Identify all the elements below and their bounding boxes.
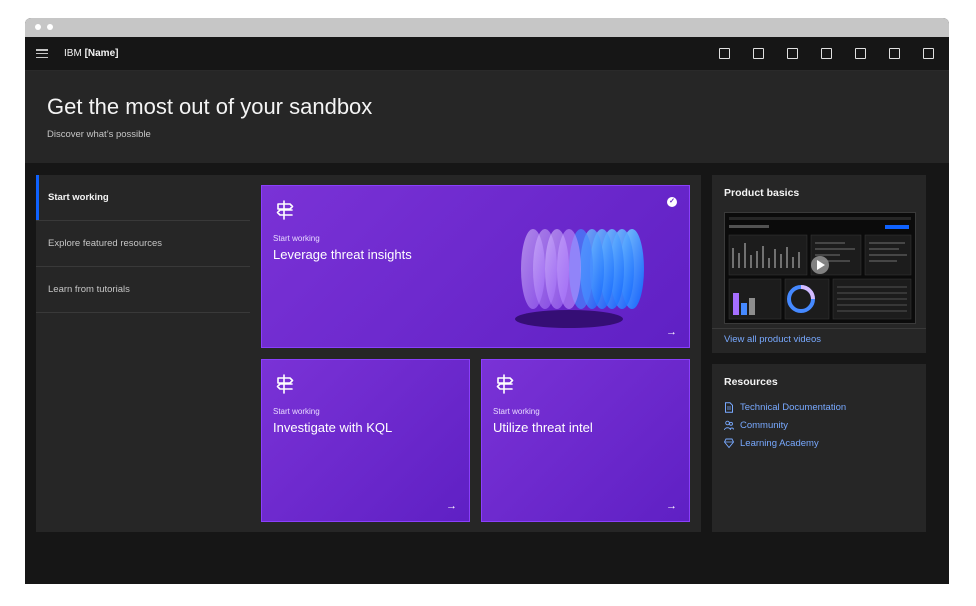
badge-icon (724, 438, 734, 449)
nav-item-start-working[interactable]: Start working (36, 175, 250, 221)
window-chrome (25, 18, 949, 37)
card-title: Investigate with KQL (273, 420, 393, 435)
dashboard-preview-image (725, 213, 915, 323)
top-header: IBM [Name] (25, 37, 949, 71)
nav-item-learn-tutorials[interactable]: Learn from tutorials (36, 267, 250, 313)
card-investigate-kql[interactable]: Start working Investigate with KQL → (261, 359, 470, 522)
people-icon (724, 420, 734, 431)
card-label: Start working (273, 234, 320, 243)
resource-label: Technical Documentation (740, 402, 847, 413)
side-nav: Start working Explore featured resources… (36, 175, 250, 313)
product-basics-title: Product basics (724, 187, 800, 199)
action-icon-7[interactable] (911, 37, 945, 70)
resource-link-technical-documentation[interactable]: Technical Documentation (724, 402, 846, 413)
selected-check-icon: ✓ (667, 197, 677, 207)
view-all-videos-link[interactable]: View all product videos (724, 334, 821, 345)
action-icon-4[interactable] (809, 37, 843, 70)
resource-label: Community (740, 420, 789, 431)
card-utilize-threat-intel[interactable]: Start working Utilize threat intel → (481, 359, 690, 522)
stacked-discs-illustration (515, 229, 644, 328)
brand-product: [Name] (84, 48, 119, 59)
card-arrow-icon: → (666, 326, 677, 338)
window-dot-2 (47, 24, 53, 30)
action-icon-5[interactable] (843, 37, 877, 70)
product-basics-panel: Product basics View all product videos (712, 175, 926, 353)
signpost-icon (496, 374, 514, 394)
signpost-icon (276, 374, 294, 394)
action-icon-6[interactable] (877, 37, 911, 70)
card-title: Leverage threat insights (273, 247, 412, 262)
resource-link-learning-academy[interactable]: Learning Academy (724, 438, 819, 449)
nav-item-label: Learn from tutorials (48, 284, 130, 295)
app-window: IBM [Name] Get the most out of your sand… (25, 18, 949, 584)
signpost-icon (276, 200, 294, 220)
resources-panel: Resources Technical Documentation Commun… (712, 364, 926, 532)
video-thumbnail[interactable] (724, 212, 916, 324)
nav-item-explore-resources[interactable]: Explore featured resources (36, 221, 250, 267)
resources-title: Resources (724, 376, 778, 388)
nav-item-label: Explore featured resources (48, 238, 163, 249)
hamburger-menu-icon[interactable] (36, 49, 48, 58)
brand-name[interactable]: IBM [Name] (64, 48, 118, 59)
nav-item-label: Start working (48, 192, 109, 203)
resource-label: Learning Academy (740, 438, 819, 449)
card-label: Start working (273, 407, 320, 416)
page-subtitle: Discover what’s possible (47, 129, 151, 140)
card-arrow-icon: → (666, 500, 677, 512)
resource-link-community[interactable]: Community (724, 420, 788, 431)
card-title: Utilize threat intel (493, 420, 593, 435)
action-icon-3[interactable] (775, 37, 809, 70)
header-actions (707, 37, 945, 70)
card-label: Start working (493, 407, 540, 416)
start-panel: Start working Explore featured resources… (36, 175, 701, 532)
action-icon-2[interactable] (741, 37, 775, 70)
hero-banner: Get the most out of your sandbox Discove… (25, 71, 949, 163)
action-icon-1[interactable] (707, 37, 741, 70)
brand-prefix: IBM (64, 48, 82, 59)
page-title: Get the most out of your sandbox (47, 94, 373, 119)
document-icon (725, 402, 733, 413)
card-leverage-threat-insights[interactable]: ✓ Start working Leverage threat insights (261, 185, 690, 348)
card-arrow-icon: → (446, 500, 457, 512)
window-dot-1 (35, 24, 41, 30)
